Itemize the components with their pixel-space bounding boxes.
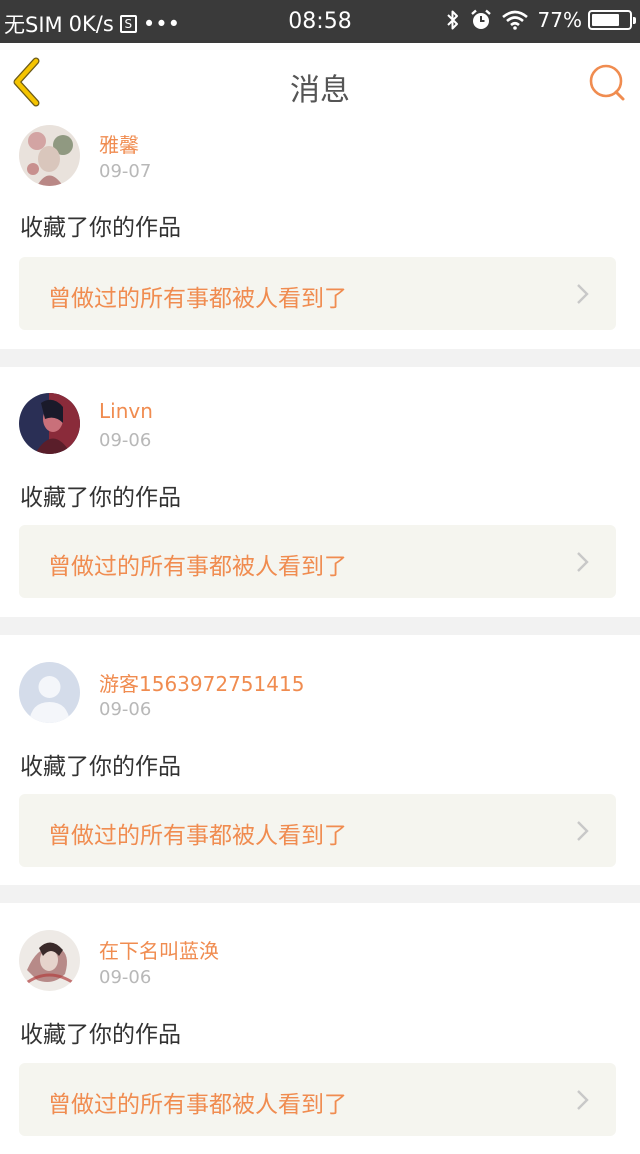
chevron-right-icon: [577, 1090, 589, 1110]
work-title: 曾做过的所有事都被人看到了: [48, 1092, 347, 1118]
message-date: 09-06: [99, 430, 152, 451]
action-text: 收藏了你的作品: [20, 485, 181, 511]
chevron-right-icon: [577, 552, 589, 572]
username[interactable]: 雅馨: [99, 129, 139, 158]
wifi-icon: [501, 10, 528, 30]
chevron-right-icon: [577, 821, 589, 841]
battery-percent: 77%: [537, 8, 582, 32]
username[interactable]: Linvn: [99, 399, 153, 423]
work-link[interactable]: 曾做过的所有事都被人看到了: [19, 257, 616, 330]
work-title: 曾做过的所有事都被人看到了: [48, 823, 347, 849]
user-avatar[interactable]: [19, 393, 80, 454]
action-text: 收藏了你的作品: [20, 215, 181, 241]
username[interactable]: 在下名叫蓝涣: [99, 935, 219, 964]
battery-level: [592, 14, 619, 26]
message-card: 游客1563972751415 09-06 收藏了你的作品 曾做过的所有事都被人…: [0, 635, 640, 885]
message-date: 09-06: [99, 699, 152, 720]
dark-red-portrait-avatar-icon: [19, 393, 80, 454]
message-date: 09-06: [99, 967, 152, 988]
chevron-right-icon: [577, 284, 589, 304]
action-text: 收藏了你的作品: [20, 754, 181, 780]
message-card: Linvn 09-06 收藏了你的作品 曾做过的所有事都被人看到了: [0, 367, 640, 617]
alarm-icon: [470, 9, 492, 31]
page-title: 消息: [290, 73, 350, 108]
nav-bar: 消息: [0, 43, 640, 123]
action-text: 收藏了你的作品: [20, 1022, 181, 1048]
message-card: 在下名叫蓝涣 09-06 收藏了你的作品 曾做过的所有事都被人看到了: [0, 903, 640, 1154]
status-bar: 无SIM 0K/s S ••• 08:58 77%: [0, 0, 640, 43]
search-icon: [589, 64, 625, 101]
user-avatar[interactable]: [19, 125, 80, 186]
message-card: 雅馨 09-07 收藏了你的作品 曾做过的所有事都被人看到了: [0, 122, 640, 349]
battery-icon: [588, 10, 636, 30]
user-avatar[interactable]: [19, 662, 80, 723]
search-button[interactable]: [586, 61, 628, 103]
user-avatar[interactable]: [19, 930, 80, 991]
ink-painting-avatar-icon: [19, 930, 80, 991]
default-user-avatar-icon: [19, 662, 80, 723]
work-title: 曾做过的所有事都被人看到了: [48, 554, 347, 580]
floral-portrait-avatar-icon: [19, 125, 80, 186]
work-link[interactable]: 曾做过的所有事都被人看到了: [19, 525, 616, 598]
bluetooth-icon: [446, 9, 460, 31]
username[interactable]: 游客1563972751415: [99, 668, 304, 697]
message-date: 09-07: [99, 161, 152, 182]
work-title: 曾做过的所有事都被人看到了: [48, 286, 347, 312]
work-link[interactable]: 曾做过的所有事都被人看到了: [19, 1063, 616, 1136]
status-right: 77%: [436, 8, 636, 32]
work-link[interactable]: 曾做过的所有事都被人看到了: [19, 794, 616, 867]
